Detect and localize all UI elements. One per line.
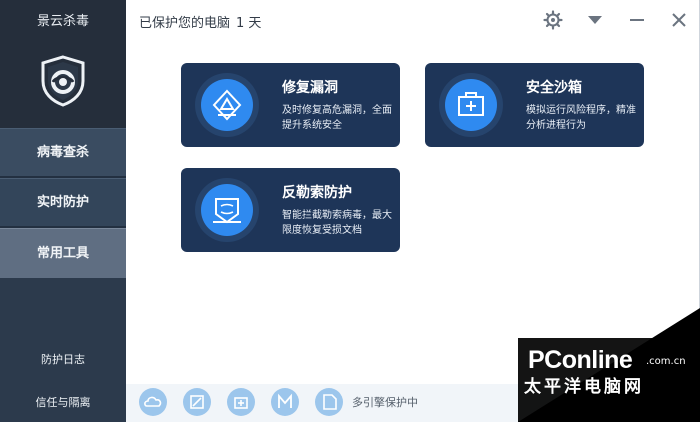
m-engine-icon[interactable]	[271, 388, 299, 416]
ransomware-shield-icon	[213, 198, 241, 224]
icon-circle	[201, 184, 253, 236]
sidebar-item-virus-scan[interactable]: 病毒查杀	[0, 128, 126, 176]
shield-logo-icon	[41, 55, 85, 107]
m-letter-icon	[278, 393, 292, 408]
icon-circle	[445, 79, 497, 131]
sidebar-item-realtime-protection[interactable]: 实时防护	[0, 178, 126, 226]
watermark-brand: PConline	[528, 346, 633, 374]
tool-title: 安全沙箱	[526, 80, 582, 96]
sidebar: 景云杀毒 病毒查杀 实时防护 常用工具 防护日志 信任与隔离	[0, 0, 126, 422]
settings-gear-icon[interactable]	[543, 10, 563, 30]
sidebar-item-trust-quarantine[interactable]: 信任与隔离	[0, 394, 126, 410]
file-icon	[323, 394, 337, 410]
tool-card-fix-vulnerability[interactable]: 修复漏洞 及时修复高危漏洞，全面提升系统安全	[181, 63, 400, 147]
dropdown-icon[interactable]	[585, 10, 605, 30]
cloud-icon	[144, 396, 162, 407]
protected-days: 1 天	[236, 16, 262, 31]
tool-card-sandbox[interactable]: 安全沙箱 模拟运行风险程序，精准分析进程行为	[425, 63, 644, 147]
protection-status: 已保护您的电脑 1 天	[139, 12, 261, 31]
watermark-domain: .com.cn	[646, 356, 686, 367]
tool-description: 模拟运行风险程序，精准分析进程行为	[526, 105, 636, 131]
sidebar-item-common-tools[interactable]: 常用工具	[0, 228, 126, 278]
medical-engine-icon[interactable]	[227, 388, 255, 416]
pconline-watermark: PConline .com.cn 太平洋电脑网	[518, 308, 700, 422]
sandbox-box-icon	[458, 92, 484, 116]
tool-description: 及时修复高危漏洞，全面提升系统安全	[282, 105, 392, 131]
scan-engine-icon[interactable]	[183, 388, 211, 416]
sidebar-header: 景云杀毒	[0, 0, 126, 128]
icon-circle	[201, 79, 253, 131]
cloud-engine-icon[interactable]	[139, 388, 167, 416]
sidebar-item-protection-log[interactable]: 防护日志	[0, 351, 126, 367]
tool-title: 修复漏洞	[282, 80, 338, 96]
shield-triangle-icon	[212, 89, 242, 121]
tool-title: 反勒索防护	[282, 185, 352, 201]
status-text: 已保护您的电脑	[139, 16, 231, 31]
app-title: 景云杀毒	[36, 14, 89, 29]
medical-box-icon	[234, 397, 248, 409]
watermark-cn: 太平洋电脑网	[524, 377, 644, 397]
close-icon[interactable]	[669, 10, 689, 30]
tool-card-anti-ransomware[interactable]: 反勒索防护 智能拦截勒索病毒，最大限度恢复受损文档	[181, 168, 400, 252]
tool-description: 智能拦截勒索病毒，最大限度恢复受损文档	[282, 210, 392, 236]
scan-icon	[190, 395, 204, 409]
minimize-icon[interactable]	[627, 10, 647, 30]
engine-status-text: 多引擎保护中	[352, 396, 418, 409]
file-engine-icon[interactable]	[315, 388, 343, 416]
